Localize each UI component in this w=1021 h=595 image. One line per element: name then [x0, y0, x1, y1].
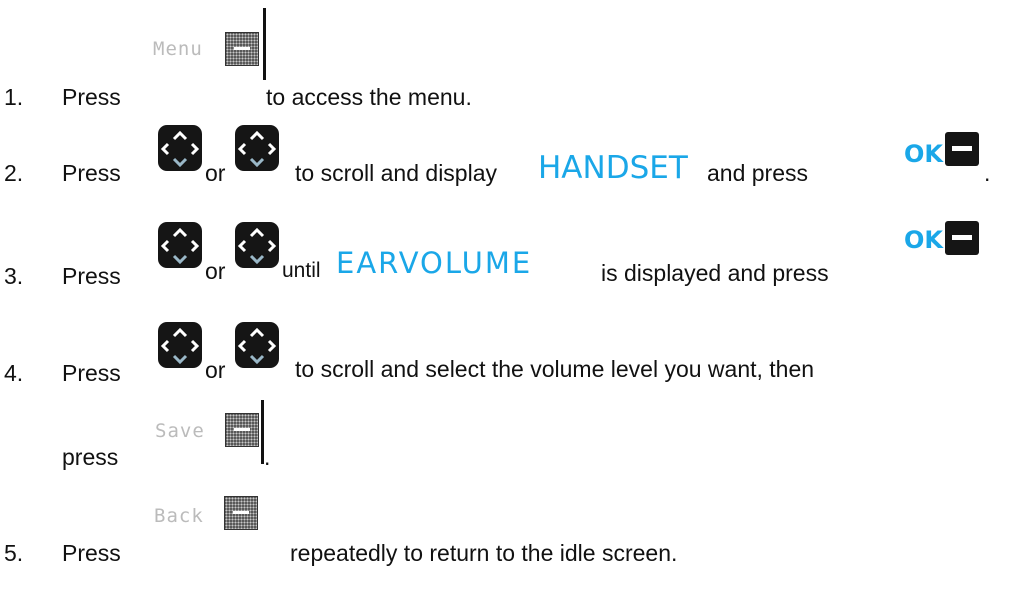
press-text: Press — [62, 360, 121, 386]
step-number: 2. — [4, 160, 24, 186]
display-word-earvolume: EARVOLUME — [336, 246, 533, 280]
softkey-icon — [225, 32, 259, 66]
step-number: 1. — [4, 84, 24, 110]
press-text: press — [62, 444, 119, 470]
ok-key-icon — [945, 221, 979, 255]
softkey-icon — [225, 413, 259, 447]
navigation-key-icon — [235, 125, 279, 171]
navigation-key-icon — [158, 322, 202, 368]
ok-key-icon — [945, 132, 979, 166]
step-text: to access the menu. — [266, 84, 472, 110]
step-text: is displayed and press — [601, 260, 829, 286]
step-text: until — [282, 259, 321, 282]
lcd-menu-label: Menu — [153, 38, 203, 60]
or-text: or — [205, 258, 226, 284]
lcd-save-label: Save — [155, 420, 205, 442]
step-number: 4. — [4, 360, 24, 386]
softkey-icon — [224, 496, 258, 530]
press-text: Press — [62, 263, 121, 289]
lcd-back-label: Back — [154, 505, 204, 527]
period: . — [264, 444, 271, 470]
ok-label: OK — [904, 226, 943, 254]
step-text: to scroll and select the volume level yo… — [295, 356, 815, 382]
step-number: 5. — [4, 540, 24, 566]
or-text: or — [205, 160, 226, 186]
press-text: Press — [62, 84, 121, 110]
display-word-handset: HANDSET — [538, 150, 688, 186]
step-text: and press — [707, 160, 809, 186]
step-number: 3. — [4, 263, 24, 289]
press-text: Press — [62, 160, 121, 186]
step-text: to scroll and display — [295, 160, 497, 186]
navigation-key-icon — [158, 125, 202, 171]
ok-label: OK — [904, 140, 943, 168]
divider-bar — [263, 8, 266, 80]
or-text: or — [205, 357, 226, 383]
navigation-key-icon — [235, 222, 279, 268]
step-text: repeatedly to return to the idle screen. — [290, 540, 678, 566]
navigation-key-icon — [235, 322, 279, 368]
press-text: Press — [62, 540, 121, 566]
period: . — [984, 160, 991, 186]
navigation-key-icon — [158, 222, 202, 268]
